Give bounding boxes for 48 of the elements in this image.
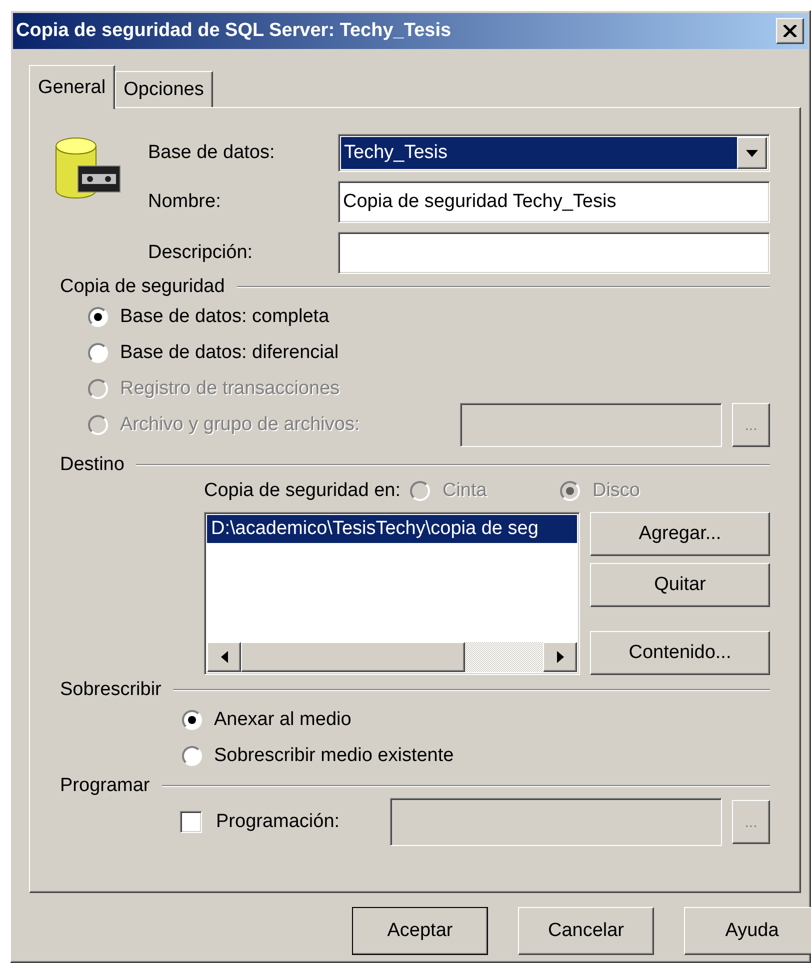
dialog-button[interactable]: Cancelar <box>518 907 654 955</box>
group-title: Sobrescribir <box>60 679 162 701</box>
dropdown[interactable]: Techy_Tesis <box>338 134 770 172</box>
group-title: Copia de seguridad <box>60 276 225 298</box>
action-button[interactable]: Contenido... <box>590 631 770 675</box>
input-field[interactable] <box>338 232 770 274</box>
file-list[interactable]: D:\academico\TesisTechy\copia de seg <box>204 512 580 675</box>
input-field[interactable]: Copia de seguridad Techy_Tesis <box>338 181 770 223</box>
radio-label: Disco <box>592 480 640 502</box>
radio-label: Cinta <box>442 480 487 502</box>
group-title: Programar <box>60 775 150 797</box>
radio-button[interactable] <box>182 746 202 766</box>
dialog-button[interactable]: Ayuda <box>684 907 811 955</box>
tab[interactable]: General <box>29 65 115 109</box>
close-button[interactable] <box>776 18 804 44</box>
window-title: Copia de seguridad de SQL Server: Techy_Tesis <box>16 20 452 42</box>
radio-label: Sobrescribir medio existente <box>214 745 454 767</box>
radio-label: Base de datos: diferencial <box>120 342 339 364</box>
radio-label: Archivo y grupo de archivos: <box>120 414 360 436</box>
group-title: Destino <box>60 454 124 476</box>
radio-label: Registro de transacciones <box>120 378 340 400</box>
tab[interactable]: Opciones <box>114 71 213 107</box>
scroll-left-button[interactable] <box>207 642 241 672</box>
radio-button[interactable] <box>88 343 108 363</box>
media-label: Copia de seguridad en: <box>204 480 400 502</box>
input-field[interactable] <box>460 403 722 447</box>
caret-icon <box>746 150 758 156</box>
action-button[interactable]: Agregar... <box>590 512 770 556</box>
list-item[interactable]: D:\academico\TesisTechy\copia de seg <box>207 515 577 543</box>
action-button[interactable]: Quitar <box>590 563 770 607</box>
dialog-button[interactable]: Aceptar <box>352 907 488 955</box>
field-label: Descripción: <box>148 242 254 264</box>
scroll-right-button[interactable] <box>543 642 577 672</box>
right-arrow-icon <box>556 651 564 663</box>
radio-button[interactable] <box>182 710 202 730</box>
close-icon <box>783 25 797 37</box>
input-field[interactable] <box>390 798 722 846</box>
checkbox-label: Programación: <box>216 811 340 833</box>
radio-label: Base de datos: completa <box>120 306 330 328</box>
field-label: Nombre: <box>148 191 222 213</box>
database-icon <box>54 136 122 200</box>
scrollbar-thumb[interactable] <box>241 642 465 672</box>
radio-button[interactable] <box>88 307 108 327</box>
field-label: Base de datos: <box>148 142 276 164</box>
checkbox[interactable] <box>180 811 202 833</box>
dropdown-button[interactable] <box>737 137 767 169</box>
left-arrow-icon <box>220 651 228 663</box>
radio-label: Anexar al medio <box>214 709 352 731</box>
